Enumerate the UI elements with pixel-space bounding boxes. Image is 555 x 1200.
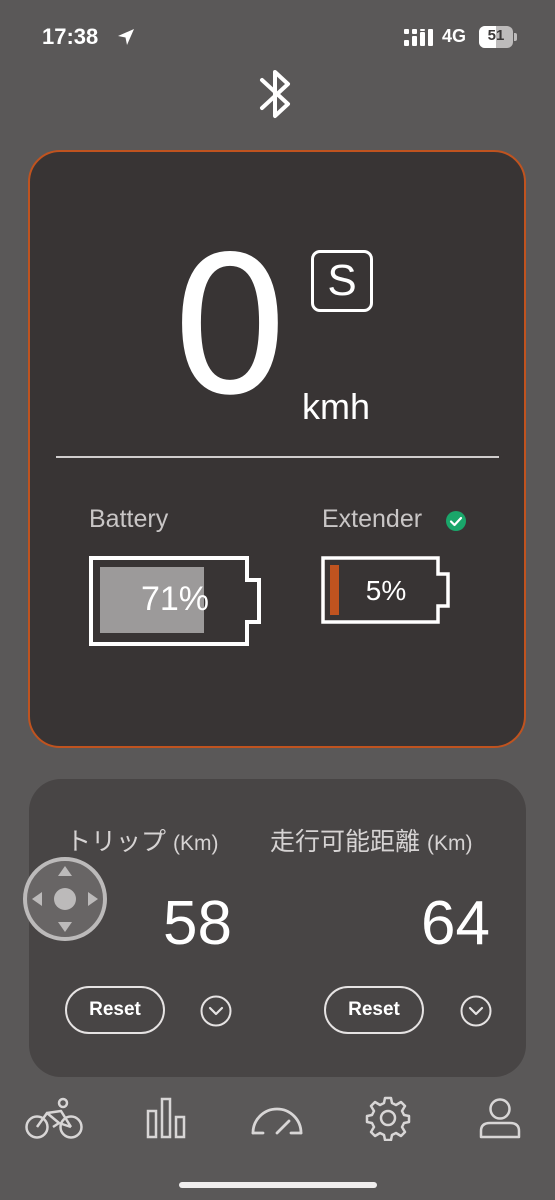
extender-label: Extender [322, 505, 423, 533]
chevron-down-icon[interactable] [460, 995, 492, 1027]
nav-profile[interactable] [470, 1093, 530, 1143]
mode-badge[interactable]: S [311, 250, 373, 312]
gear-icon [365, 1096, 411, 1141]
status-battery-text: 51 [487, 27, 505, 44]
nav-settings[interactable] [358, 1093, 418, 1143]
battery-percent: 71% [140, 580, 210, 618]
speedometer-icon [251, 1107, 303, 1135]
bluetooth-icon[interactable] [258, 66, 296, 122]
trip-label-text: トリップ [66, 828, 167, 856]
bicycle-icon [25, 1097, 83, 1139]
nav-bike[interactable] [24, 1093, 84, 1143]
speed-value: 0 [169, 216, 291, 437]
home-indicator [179, 1182, 377, 1188]
status-battery-icon: 51 [479, 26, 517, 48]
network-type: 4G [442, 26, 467, 46]
user-icon [479, 1098, 521, 1139]
extender-fill [330, 565, 339, 615]
nav-speedometer[interactable] [247, 1093, 307, 1143]
status-time: 17:38 [42, 24, 99, 49]
bar-chart-icon [146, 1097, 186, 1139]
chevron-down-icon[interactable] [200, 995, 232, 1027]
trip-unit: (Km) [172, 832, 219, 855]
signal-icon [404, 29, 433, 46]
range-unit: (Km) [426, 832, 473, 855]
check-circle-icon [446, 511, 466, 531]
joystick-icon[interactable] [22, 856, 108, 942]
trip-reset-button[interactable]: Reset [65, 986, 165, 1034]
range-label-text: 走行可能距離 [270, 828, 421, 856]
location-arrow-icon [118, 29, 134, 45]
range-reset-button[interactable]: Reset [324, 986, 424, 1034]
trip-value: 58 [163, 889, 232, 958]
battery-label: Battery [89, 505, 169, 533]
speed-unit: kmh [302, 386, 371, 427]
extender-percent: 5% [365, 575, 407, 606]
nav-stats[interactable] [136, 1093, 196, 1143]
range-label: 走行可能距離 (Km) [270, 822, 472, 858]
trip-label: トリップ (Km) [66, 822, 218, 858]
divider [56, 456, 499, 458]
range-value: 64 [421, 889, 490, 958]
